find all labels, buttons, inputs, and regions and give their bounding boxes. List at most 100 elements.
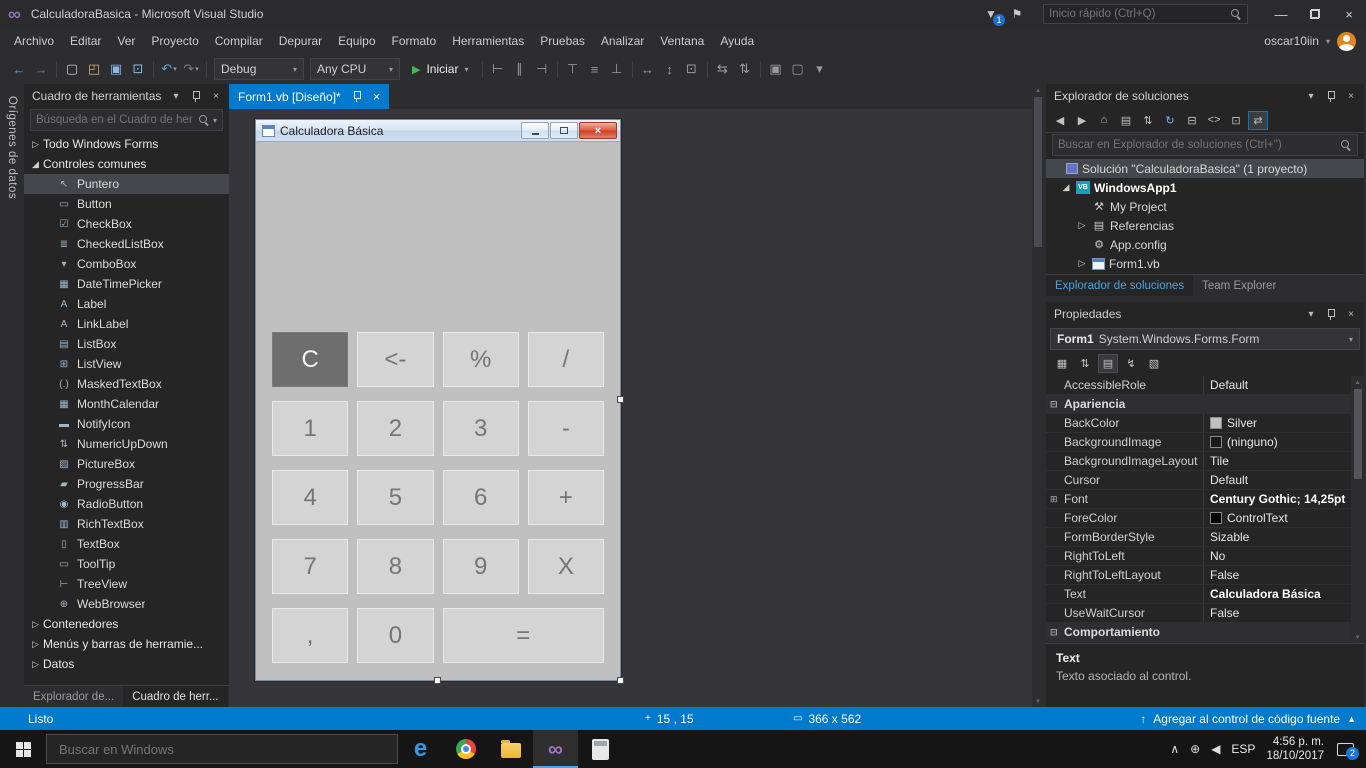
save-all-icon[interactable]: ⊡ — [127, 58, 149, 80]
calc-button[interactable]: + — [527, 470, 604, 525]
expand-arrow-icon[interactable]: ◢ — [1060, 182, 1072, 193]
chevron-down-icon[interactable]: ▾ — [1303, 88, 1319, 104]
scroll-down-icon[interactable]: ▾ — [1356, 632, 1360, 642]
calc-button[interactable]: 7 — [272, 539, 349, 594]
toolbox-item[interactable]: ↖ Puntero — [24, 174, 229, 194]
object-selector-dropdown[interactable]: Form1 System.Windows.Forms.Form ▾ — [1050, 328, 1360, 350]
taskbar-search-input[interactable] — [59, 741, 397, 757]
sync-active-document-icon[interactable]: ⇄ — [1248, 110, 1268, 130]
property-value[interactable]: Tile — [1204, 452, 1351, 470]
toolbox-item[interactable]: ▰ ProgressBar — [24, 474, 229, 494]
notifications-funnel-icon[interactable]: ▼ 1 — [981, 4, 1005, 26]
property-row[interactable]: ⊞ Font Century Gothic; 14,25pt — [1046, 490, 1351, 509]
redo-icon[interactable]: ↷ ▾ — [180, 58, 202, 80]
toolbox-item[interactable]: ▯ TextBox — [24, 534, 229, 554]
pin-icon[interactable] — [1323, 306, 1339, 322]
property-value[interactable]: False — [1204, 604, 1351, 622]
property-row[interactable]: AccessibleRole Default — [1046, 376, 1351, 395]
solution-search-input[interactable] — [1058, 139, 1337, 151]
expander-icon[interactable]: ⊟ — [1050, 627, 1060, 638]
refresh-icon[interactable]: ↻ — [1160, 111, 1180, 130]
calc-button[interactable]: 4 — [272, 470, 349, 525]
property-name[interactable]: ⊞ Font — [1046, 490, 1204, 508]
expand-arrow-icon[interactable]: ▷ — [1076, 220, 1088, 231]
data-sources-edge-tab[interactable]: Orígenes de datos — [6, 96, 18, 199]
toolbox-item[interactable]: A LinkLabel — [24, 314, 229, 334]
calc-button[interactable]: % — [442, 332, 519, 387]
property-value[interactable]: Calculadora Básica — [1204, 585, 1351, 603]
view-code-icon[interactable]: <> — [1204, 111, 1224, 130]
menu-item[interactable]: Compilar — [207, 30, 271, 52]
toolbox-item[interactable]: ⊢ TreeView — [24, 574, 229, 594]
new-file-icon[interactable]: ▢ — [61, 58, 83, 80]
open-file-icon[interactable]: ◰ — [83, 58, 105, 80]
action-center-icon[interactable]: 2 — [1337, 742, 1359, 760]
nav-forward-icon[interactable]: ▶ — [1072, 111, 1092, 130]
visual-studio-taskbar-button[interactable]: ∞ — [533, 730, 578, 768]
menu-item[interactable]: Editar — [62, 30, 109, 52]
scroll-down-icon[interactable]: ▾ — [1036, 696, 1040, 706]
property-name[interactable]: BackgroundImageLayout — [1046, 452, 1204, 470]
menu-item[interactable]: Pruebas — [532, 30, 593, 52]
property-row[interactable]: BackgroundImageLayout Tile — [1046, 452, 1351, 471]
menu-item[interactable]: Equipo — [330, 30, 383, 52]
categorized-icon[interactable]: ▦ — [1052, 354, 1072, 373]
edge-taskbar-button[interactable]: e — [398, 730, 443, 768]
expand-arrow-icon[interactable]: ▷ — [1076, 258, 1088, 269]
property-row[interactable]: UseWaitCursor False — [1046, 604, 1351, 623]
toolbox-item[interactable]: ◉ RadioButton — [24, 494, 229, 514]
property-value[interactable]: Century Gothic; 14,25pt — [1204, 490, 1351, 508]
properties-icon[interactable]: ⊡ — [1226, 111, 1246, 130]
property-name[interactable]: RightToLeft — [1046, 547, 1204, 565]
save-icon[interactable]: ▣ — [105, 58, 127, 80]
toolbox-item[interactable]: ▦ DateTimePicker — [24, 274, 229, 294]
calc-button[interactable]: - — [527, 401, 604, 456]
align-bottoms-icon[interactable]: ⊥ — [606, 58, 628, 80]
property-pages-icon[interactable]: ▧ — [1144, 354, 1164, 373]
align-centers-icon[interactable]: ∥ — [509, 58, 531, 80]
same-width-icon[interactable]: ↔ — [637, 58, 659, 80]
menu-item[interactable]: Archivo — [6, 30, 62, 52]
property-value[interactable]: No — [1204, 547, 1351, 565]
calc-button[interactable]: 9 — [442, 539, 519, 594]
property-row[interactable]: ForeColor ControlText — [1046, 509, 1351, 528]
menu-item[interactable]: Herramientas — [444, 30, 532, 52]
toolbox-item[interactable]: ▾ ComboBox — [24, 254, 229, 274]
pending-changes-icon[interactable]: ⇅ — [1138, 111, 1158, 130]
toolbox-item[interactable]: ⇅ NumericUpDown — [24, 434, 229, 454]
network-icon[interactable]: ⊕ — [1190, 742, 1200, 756]
toolbox-item[interactable]: ▷ Contenedores — [24, 614, 229, 634]
property-row[interactable]: Text Calculadora Básica — [1046, 585, 1351, 604]
calc-button[interactable]: 5 — [357, 470, 434, 525]
solution-tree-item[interactable]: ⚙ App.config — [1046, 235, 1364, 254]
calc-button[interactable]: 0 — [357, 608, 434, 663]
menu-item[interactable]: Ver — [109, 30, 143, 52]
property-row[interactable]: Cursor Default — [1046, 471, 1351, 490]
source-control-action[interactable]: ↑ Agregar al control de código fuente ▲ — [1140, 712, 1366, 726]
chevron-down-icon[interactable]: ▾ — [168, 88, 184, 104]
solution-tree-item[interactable]: ⚒ My Project — [1046, 197, 1364, 216]
property-value[interactable]: Silver — [1204, 414, 1351, 432]
form-body[interactable]: C <- % / 1 2 3 - 4 5 6 + 7 8 9 X , 0 = — [256, 142, 620, 680]
property-name[interactable]: BackColor — [1046, 414, 1204, 432]
property-name[interactable]: UseWaitCursor — [1046, 604, 1204, 622]
form-maximize-button[interactable] — [550, 122, 578, 139]
volume-icon[interactable]: ◀ — [1211, 742, 1220, 756]
calc-button[interactable]: 2 — [357, 401, 434, 456]
solution-tree-item[interactable]: Solución "CalculadoraBasica" (1 proyecto… — [1046, 159, 1364, 178]
pin-icon[interactable] — [188, 88, 204, 104]
expand-arrow-icon[interactable]: ▷ — [30, 619, 43, 630]
show-all-files-icon[interactable]: ▤ — [1116, 111, 1136, 130]
toolbox-item[interactable]: ▨ PictureBox — [24, 454, 229, 474]
calc-button[interactable]: 6 — [442, 470, 519, 525]
toolbox-item[interactable]: ◢ Controles comunes — [24, 154, 229, 174]
scroll-up-icon[interactable]: ▴ — [1356, 377, 1360, 387]
property-row[interactable]: ⊟ Comportamiento — [1046, 623, 1351, 642]
hidden-icons-chevron[interactable]: ∧ — [1170, 742, 1179, 756]
property-value[interactable]: Default — [1204, 376, 1351, 394]
property-value[interactable]: ControlText — [1204, 509, 1351, 527]
calc-button[interactable]: 8 — [357, 539, 434, 594]
clock[interactable]: 4:56 p. m. 18/10/2017 — [1266, 735, 1324, 764]
menu-item[interactable]: Ayuda — [712, 30, 762, 52]
property-row[interactable]: BackgroundImage (ninguno) — [1046, 433, 1351, 452]
